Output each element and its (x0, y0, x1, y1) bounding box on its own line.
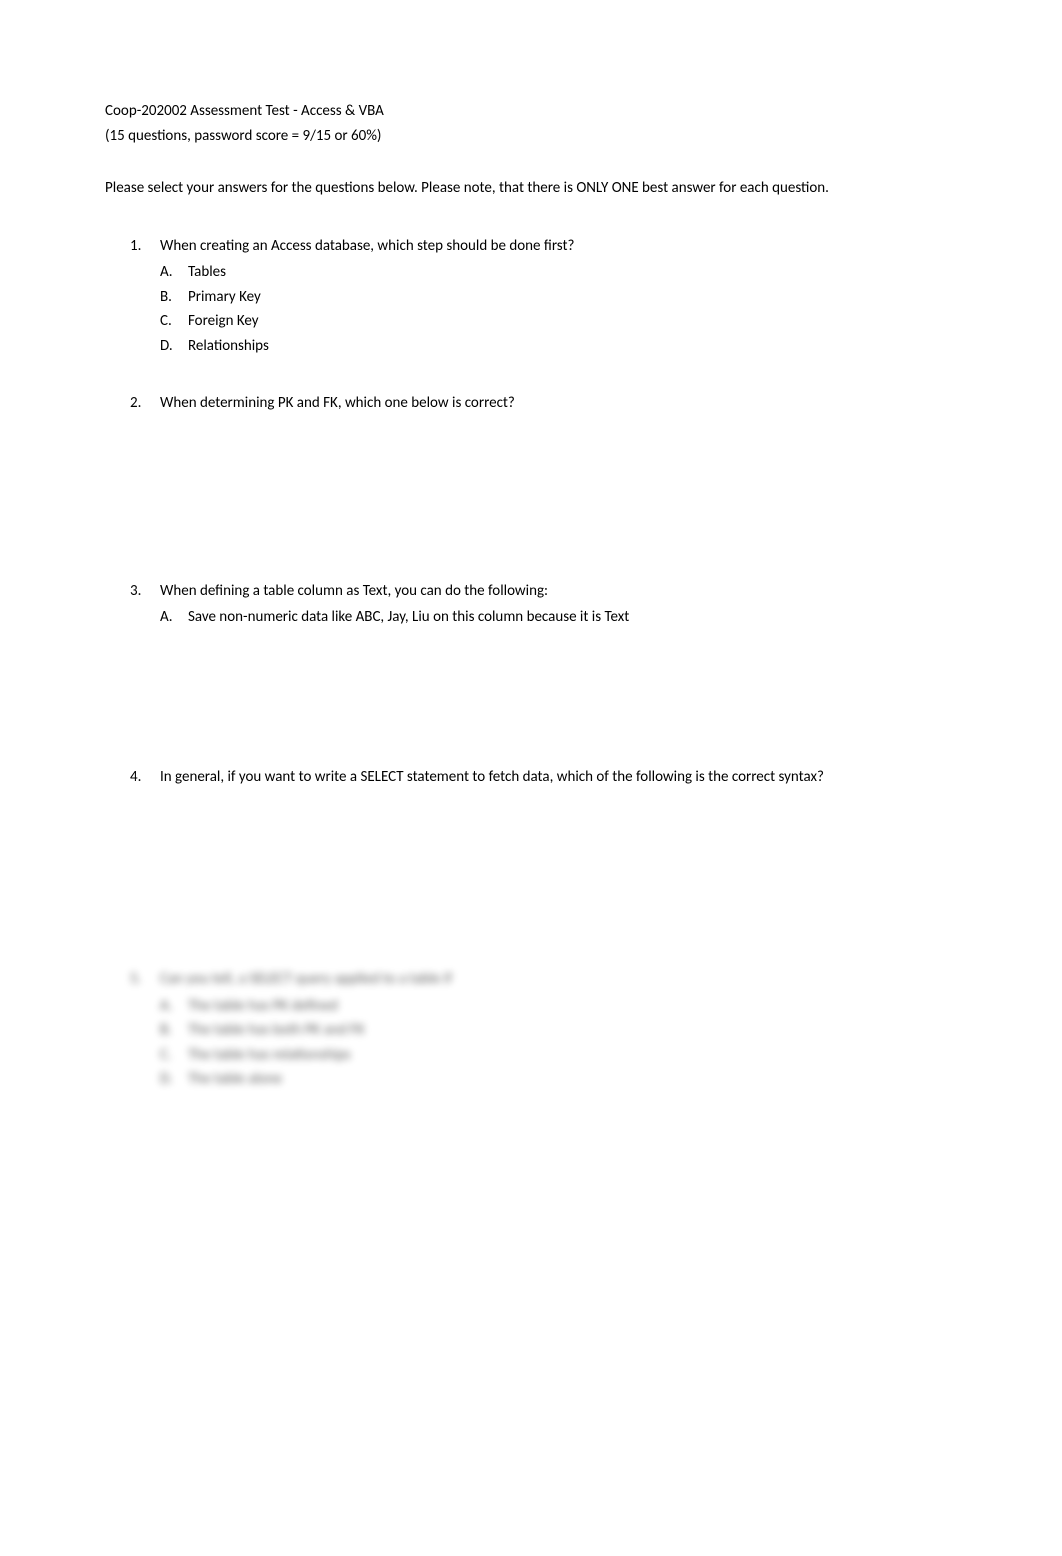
option-a: A. The table has PK defined (188, 995, 957, 1018)
options-list: A. Tables B. Primary Key C. Foreign Key … (160, 261, 957, 357)
option-letter: D. (160, 335, 173, 358)
option-letter: B. (160, 286, 172, 309)
options-list: A. Save non-numeric data like ABC, Jay, … (160, 606, 957, 629)
question-1: 1. When creating an Access database, whi… (160, 235, 957, 358)
option-letter: C. (160, 310, 172, 333)
option-text: Save non-numeric data like ABC, Jay, Liu… (188, 608, 629, 626)
question-text: Can you tell, a SELECT query applied to … (160, 970, 452, 988)
question-text: When defining a table column as Text, yo… (160, 582, 548, 600)
option-text: The table has relationships (188, 1046, 351, 1064)
intro-text: Please select your answers for the quest… (105, 177, 957, 200)
option-text: Primary Key (188, 288, 261, 306)
option-a: A. Save non-numeric data like ABC, Jay, … (188, 606, 957, 629)
question-text: In general, if you want to write a SELEC… (160, 768, 824, 786)
option-d: D. The table alone (188, 1068, 957, 1091)
header-title: Coop-202002 Assessment Test - Access & V… (105, 100, 957, 123)
question-number: 1. (130, 235, 141, 258)
option-text: Foreign Key (188, 312, 259, 330)
option-letter: A. (160, 606, 173, 629)
option-letter: D. (160, 1068, 173, 1091)
question-number: 3. (130, 580, 141, 603)
option-b: B. The table has both PK and FK (188, 1019, 957, 1042)
option-b: B. Primary Key (188, 286, 957, 309)
option-text: Relationships (188, 337, 269, 355)
options-list: A. The table has PK defined B. The table… (160, 995, 957, 1091)
question-number: 4. (130, 766, 141, 789)
option-letter: A. (160, 261, 173, 284)
question-list: 1. When creating an Access database, whi… (105, 235, 957, 1091)
question-2: 2. When determining PK and FK, which one… (160, 392, 957, 545)
question-text: When creating an Access database, which … (160, 237, 575, 255)
option-letter: B. (160, 1019, 172, 1042)
option-c: C. Foreign Key (188, 310, 957, 333)
option-c: C. The table has relationships (188, 1044, 957, 1067)
option-letter: A. (160, 995, 173, 1018)
option-text: The table has PK defined (188, 997, 338, 1015)
option-d: D. Relationships (188, 335, 957, 358)
blurred-question: 5. Can you tell, a SELECT query applied … (160, 968, 957, 1091)
question-number: 2. (130, 392, 141, 415)
option-a: A. Tables (188, 261, 957, 284)
question-4: 4. In general, if you want to write a SE… (160, 766, 957, 934)
option-letter: C. (160, 1044, 172, 1067)
option-text: Tables (188, 263, 226, 281)
option-text: The table has both PK and FK (188, 1021, 365, 1039)
question-text: When determining PK and FK, which one be… (160, 394, 515, 412)
header-subtitle: (15 questions, password score = 9/15 or … (105, 125, 957, 148)
question-3: 3. When defining a table column as Text,… (160, 580, 957, 731)
question-number: 5. (130, 968, 141, 991)
option-text: The table alone (188, 1070, 282, 1088)
